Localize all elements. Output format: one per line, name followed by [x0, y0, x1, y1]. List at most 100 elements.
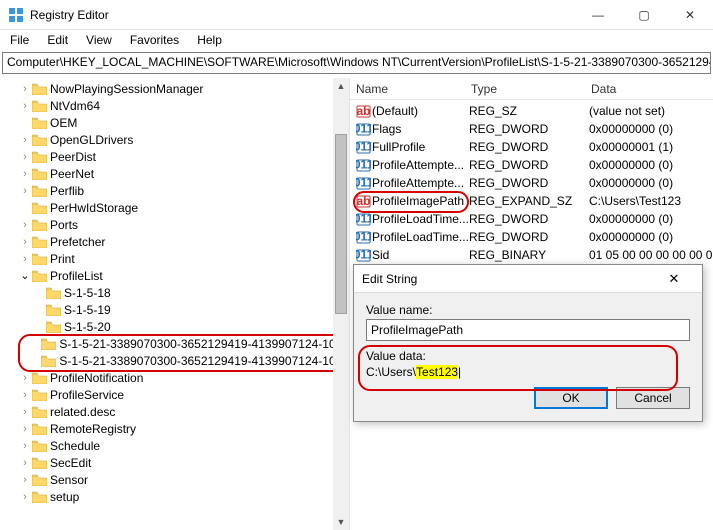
value-row[interactable]: 011ProfileLoadTime...REG_DWORD0x00000000…: [350, 210, 713, 228]
value-row[interactable]: 011FlagsREG_DWORD0x00000000 (0): [350, 120, 713, 138]
expand-collapse-icon[interactable]: ⌄: [18, 269, 32, 282]
tree-node[interactable]: ›ProfileNotification: [0, 369, 349, 386]
value-data-field[interactable]: C:\Users\Test123|: [366, 365, 690, 379]
tree-node[interactable]: OEM: [0, 114, 349, 131]
expand-icon[interactable]: ›: [18, 440, 32, 452]
address-bar[interactable]: Computer\HKEY_LOCAL_MACHINE\SOFTWARE\Mic…: [2, 52, 711, 74]
cancel-button[interactable]: Cancel: [616, 387, 690, 409]
folder-icon: [32, 134, 47, 146]
expand-icon[interactable]: ›: [18, 457, 32, 469]
value-data: 01 05 00 00 00 00 00 0: [589, 248, 713, 262]
tree-node[interactable]: ›NtVdm64: [0, 97, 349, 114]
tree-node-label: PeerDist: [50, 150, 96, 164]
expand-icon[interactable]: ›: [18, 134, 32, 146]
folder-icon: [32, 423, 47, 435]
value-type: REG_BINARY: [469, 248, 589, 262]
dialog-close-button[interactable]: ✕: [654, 271, 694, 287]
value-data: 0x00000000 (0): [589, 158, 713, 172]
tree-node[interactable]: ›OpenGLDrivers: [0, 131, 349, 148]
tree-pane[interactable]: ›NowPlayingSessionManager›NtVdm64OEM›Ope…: [0, 78, 350, 530]
tree-node[interactable]: S-1-5-18: [0, 284, 349, 301]
value-row[interactable]: ab(Default)REG_SZ(value not set): [350, 102, 713, 120]
menu-help[interactable]: Help: [197, 33, 222, 47]
binary-value-icon: 011: [354, 211, 372, 227]
tree-node[interactable]: ›Perflib: [0, 182, 349, 199]
close-button[interactable]: ✕: [667, 0, 713, 30]
tree-node[interactable]: ›Prefetcher: [0, 233, 349, 250]
tree-node[interactable]: ⌄ProfileList: [0, 267, 349, 284]
tree-node[interactable]: ›RemoteRegistry: [0, 420, 349, 437]
menu-edit[interactable]: Edit: [47, 33, 68, 47]
tree-node[interactable]: ›related.desc: [0, 403, 349, 420]
expand-icon[interactable]: ›: [18, 236, 32, 248]
tree-scrollbar[interactable]: ▲ ▼: [333, 78, 349, 530]
ok-button[interactable]: OK: [534, 387, 608, 409]
expand-icon[interactable]: ›: [18, 151, 32, 163]
tree-node[interactable]: › PeerDist: [0, 148, 349, 165]
value-row[interactable]: 011FullProfileREG_DWORD0x00000001 (1): [350, 138, 713, 156]
tree-node[interactable]: S-1-5-21-3389070300-3652129419-413990712…: [0, 352, 349, 369]
scroll-down-icon[interactable]: ▼: [333, 514, 349, 530]
expand-icon[interactable]: ›: [18, 100, 32, 112]
tree-node[interactable]: PerHwIdStorage: [0, 199, 349, 216]
value-name-field[interactable]: [366, 319, 690, 341]
folder-icon: [32, 440, 47, 452]
tree-node[interactable]: ›NowPlayingSessionManager: [0, 80, 349, 97]
binary-value-icon: 011: [354, 247, 372, 263]
scroll-up-icon[interactable]: ▲: [333, 78, 349, 94]
tree-node[interactable]: › PeerNet: [0, 165, 349, 182]
value-data: 0x00000000 (0): [589, 230, 713, 244]
value-name: ProfileAttempte...: [372, 158, 469, 172]
tree-node-label: S-1-5-20: [64, 320, 111, 334]
col-data[interactable]: Data: [585, 80, 713, 98]
folder-icon: [32, 474, 47, 486]
minimize-button[interactable]: —: [575, 0, 621, 30]
menu-view[interactable]: View: [86, 33, 112, 47]
folder-icon: [46, 304, 61, 316]
folder-icon: [32, 168, 47, 180]
maximize-button[interactable]: ▢: [621, 0, 667, 30]
svg-text:011: 011: [356, 176, 371, 190]
menu-file[interactable]: File: [10, 33, 29, 47]
tree-node[interactable]: S-1-5-19: [0, 301, 349, 318]
value-row[interactable]: 011SidREG_BINARY01 05 00 00 00 00 00 0: [350, 246, 713, 264]
string-value-icon: ab: [354, 193, 372, 209]
expand-icon[interactable]: ›: [18, 372, 32, 384]
tree-node[interactable]: ›Ports: [0, 216, 349, 233]
tree-node[interactable]: › ProfileService: [0, 386, 349, 403]
tree-node-label: ProfileService: [50, 388, 124, 402]
tree-node-label: setup: [50, 490, 79, 504]
svg-text:011: 011: [356, 212, 371, 226]
value-data: 0x00000000 (0): [589, 122, 713, 136]
value-data: 0x00000001 (1): [589, 140, 713, 154]
tree-node[interactable]: ›Print: [0, 250, 349, 267]
tree-node[interactable]: S-1-5-20: [0, 318, 349, 335]
tree-node[interactable]: ›SecEdit: [0, 454, 349, 471]
value-row[interactable]: 011ProfileLoadTime...REG_DWORD0x00000000…: [350, 228, 713, 246]
expand-icon[interactable]: ›: [18, 406, 32, 418]
expand-icon[interactable]: ›: [18, 491, 32, 503]
folder-icon: [32, 202, 47, 214]
expand-icon[interactable]: ›: [18, 423, 32, 435]
expand-icon[interactable]: ›: [18, 389, 32, 401]
tree-node-label: PeerNet: [50, 167, 94, 181]
col-type[interactable]: Type: [465, 80, 585, 98]
expand-icon[interactable]: ›: [18, 474, 32, 486]
menu-favorites[interactable]: Favorites: [130, 33, 179, 47]
value-row[interactable]: 011ProfileAttempte...REG_DWORD0x00000000…: [350, 174, 713, 192]
value-row[interactable]: 011ProfileAttempte...REG_DWORD0x00000000…: [350, 156, 713, 174]
tree-node[interactable]: ›Sensor: [0, 471, 349, 488]
scroll-thumb[interactable]: [335, 134, 347, 314]
col-name[interactable]: Name: [350, 80, 465, 98]
expand-icon[interactable]: ›: [18, 253, 32, 265]
expand-icon[interactable]: ›: [18, 168, 32, 180]
expand-icon[interactable]: ›: [18, 185, 32, 197]
tree-node[interactable]: S-1-5-21-3389070300-3652129419-413990712…: [0, 335, 349, 352]
expand-icon[interactable]: ›: [18, 219, 32, 231]
value-name: FullProfile: [372, 140, 469, 154]
tree-node[interactable]: › setup: [0, 488, 349, 505]
edit-string-dialog: Edit String ✕ Value name: Value data: C:…: [353, 264, 703, 422]
tree-node[interactable]: ›Schedule: [0, 437, 349, 454]
expand-icon[interactable]: ›: [18, 83, 32, 95]
value-row[interactable]: abProfileImagePathREG_EXPAND_SZC:\Users\…: [350, 192, 713, 210]
